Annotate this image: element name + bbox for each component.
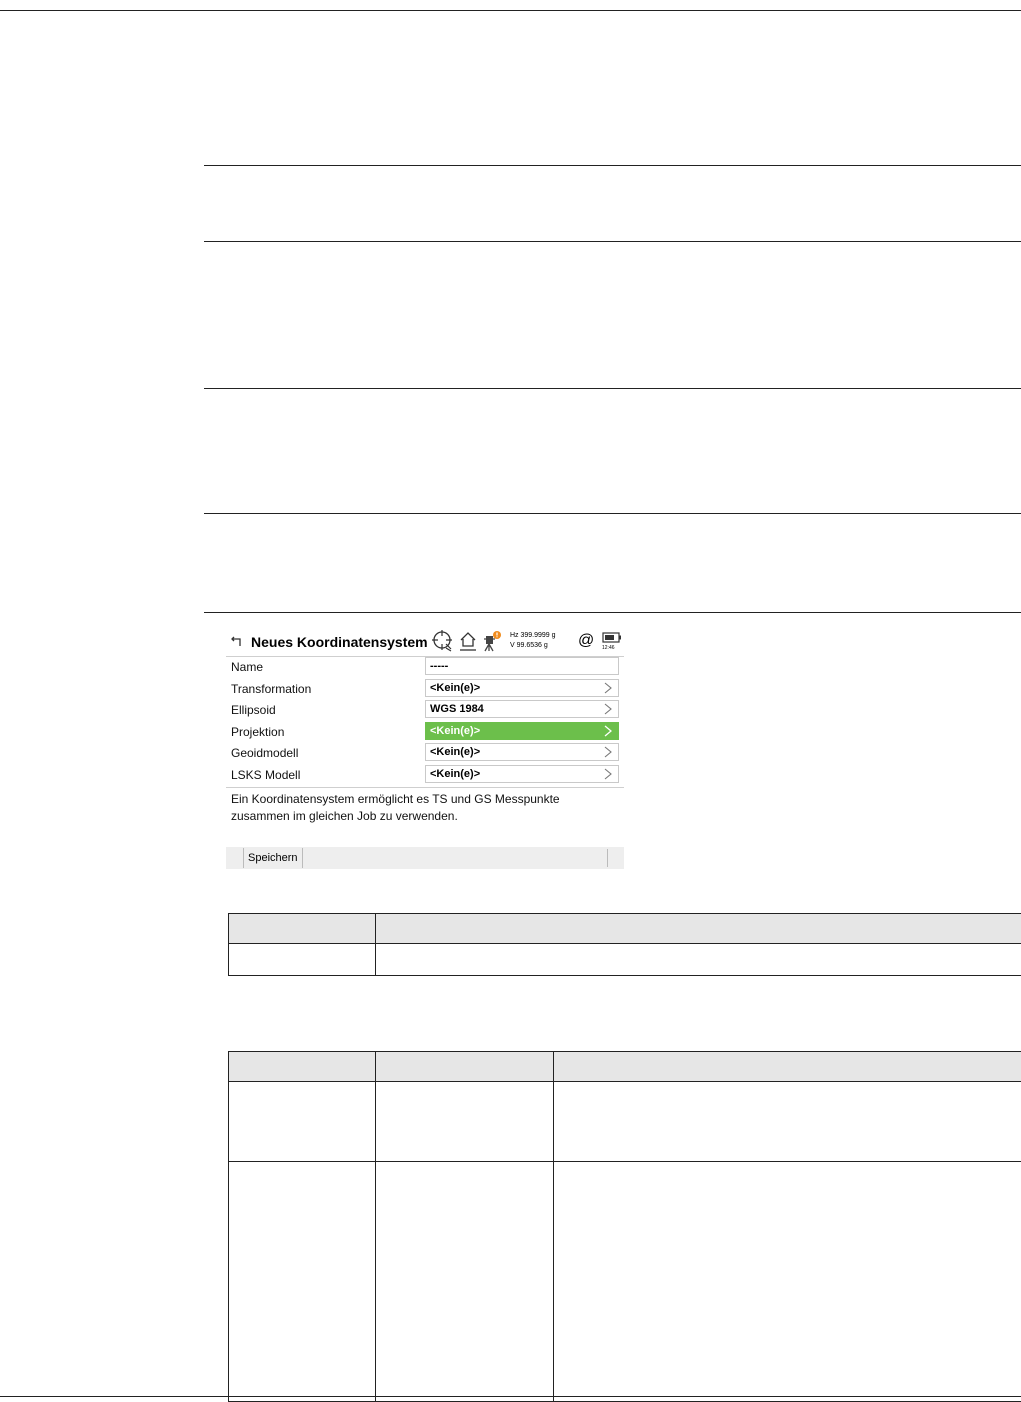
section-rule	[204, 388, 1021, 389]
chevron-right-icon	[604, 768, 612, 780]
back-arrow-icon[interactable]	[230, 634, 244, 648]
table-cell	[376, 1052, 554, 1082]
table-header-row	[229, 914, 1021, 944]
field-row-geoidmodell: Geoidmodell <Kein(e)>	[226, 742, 624, 763]
projektion-select[interactable]: <Kein(e)>	[425, 722, 619, 740]
table-cell	[229, 1082, 376, 1162]
chevron-right-icon	[604, 703, 612, 715]
home-prism-icon[interactable]	[458, 630, 478, 652]
table-row	[229, 1082, 1021, 1162]
table-cell	[376, 914, 1021, 944]
field-row-ellipsoid: Ellipsoid WGS 1984	[226, 699, 624, 720]
table-cell	[376, 1082, 554, 1162]
title-bar: Neues Koordinatensystem Hz 399.9999 g V …	[226, 628, 624, 656]
field-label: Projektion	[231, 725, 284, 739]
at-icon[interactable]: @	[578, 632, 594, 650]
page-top-rule	[0, 10, 1021, 11]
section-rule	[204, 513, 1021, 514]
softkey-table	[228, 913, 1021, 976]
description-text: Ein Koordinatensystem ermöglicht es TS u…	[231, 791, 621, 825]
page-bottom-rule	[0, 1396, 1021, 1397]
field-value: <Kein(e)>	[430, 768, 480, 780]
angle-readout: Hz 399.9999 g V 99.6536 g	[510, 631, 556, 651]
name-input[interactable]: -----	[425, 657, 619, 675]
clock-time: 12:46	[602, 645, 615, 651]
field-label: Transformation	[231, 682, 311, 696]
softkey-bar: Speichern	[226, 847, 624, 869]
field-value: -----	[430, 660, 448, 672]
field-label: LSKS Modell	[231, 768, 300, 782]
table-cell	[376, 1162, 554, 1402]
hz-readout: Hz 399.9999 g	[510, 631, 556, 641]
field-row-name: Name -----	[226, 656, 624, 677]
field-label: Geoidmodell	[231, 746, 298, 760]
field-label: Name	[231, 660, 263, 674]
save-button[interactable]: Speichern	[243, 848, 303, 868]
field-value: <Kein(e)>	[430, 746, 480, 758]
chevron-right-icon	[604, 682, 612, 694]
table-cell	[229, 1162, 376, 1402]
chevron-right-icon	[604, 725, 612, 737]
field-label: Ellipsoid	[231, 703, 276, 717]
softkey-separator	[607, 849, 608, 867]
geoidmodell-select[interactable]: <Kein(e)>	[425, 743, 619, 761]
transformation-select[interactable]: <Kein(e)>	[425, 679, 619, 697]
table-row	[229, 944, 1021, 976]
section-rule	[204, 612, 1021, 613]
section-rule	[204, 241, 1021, 242]
table-cell	[229, 944, 376, 976]
screen-title: Neues Koordinatensystem	[251, 634, 428, 650]
fields-divider	[226, 787, 624, 788]
field-value: <Kein(e)>	[430, 725, 480, 737]
field-row-lsks-modell: LSKS Modell <Kein(e)>	[226, 764, 624, 785]
field-value: <Kein(e)>	[430, 682, 480, 694]
instrument-status-icon[interactable]	[482, 630, 502, 652]
section-rule	[204, 165, 1021, 166]
table-header-row	[229, 1052, 1021, 1082]
table-cell	[229, 914, 376, 944]
table-row	[229, 1162, 1021, 1402]
table-cell	[554, 1052, 1021, 1082]
chevron-right-icon	[604, 746, 612, 758]
table-cell	[376, 944, 1021, 976]
field-value: WGS 1984	[430, 703, 484, 715]
target-crosshair-icon[interactable]	[432, 630, 454, 652]
field-description-table	[228, 1051, 1021, 1402]
field-row-projektion: Projektion <Kein(e)>	[226, 721, 624, 742]
ellipsoid-select[interactable]: WGS 1984	[425, 700, 619, 718]
v-readout: V 99.6536 g	[510, 641, 556, 651]
table-cell	[554, 1162, 1021, 1402]
device-screenshot: Neues Koordinatensystem Hz 399.9999 g V …	[226, 628, 624, 870]
table-cell	[554, 1082, 1021, 1162]
lsks-modell-select[interactable]: <Kein(e)>	[425, 765, 619, 783]
table-cell	[229, 1052, 376, 1082]
field-row-transformation: Transformation <Kein(e)>	[226, 678, 624, 699]
